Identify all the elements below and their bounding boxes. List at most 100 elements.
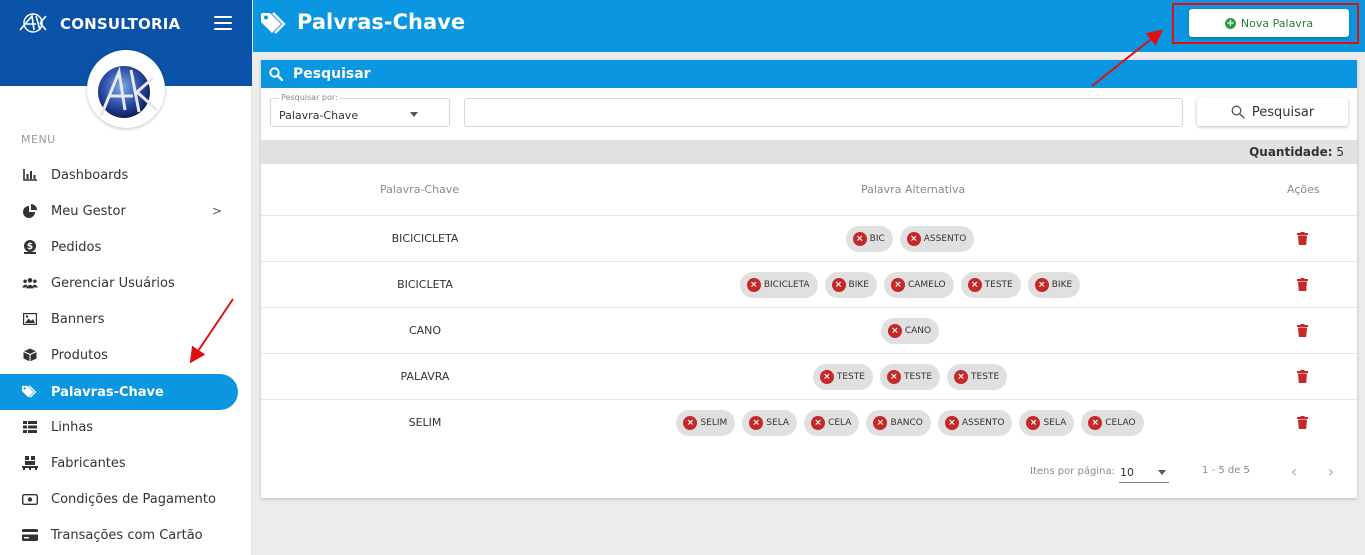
credit-card-icon	[22, 527, 38, 543]
alternative-chip-label: SELIM	[700, 418, 728, 428]
column-header-actions: Ações	[1287, 183, 1320, 196]
remove-chip-icon[interactable]: ×	[967, 278, 982, 292]
sidebar-item-label: Produtos	[51, 347, 108, 363]
remove-chip-icon[interactable]: ×	[1034, 278, 1049, 292]
alternative-chip: × ASSENTO	[937, 410, 1013, 436]
alternative-chip: × TESTE	[812, 364, 873, 390]
search-card-header: Pesquisar	[261, 60, 1357, 88]
page-title: Palvras-Chave	[297, 10, 466, 34]
tags-icon	[22, 384, 38, 400]
table-row: BICICLETA × BICICLETA × BIKE × CAMELO × TESTE × BI…	[261, 261, 1357, 307]
column-header-keyword: Palavra-Chave	[380, 183, 460, 196]
alternative-chip: × CANO	[880, 318, 940, 344]
delete-icon[interactable]	[1297, 370, 1308, 383]
sidebar-item-label: Transações com Cartão	[51, 527, 203, 543]
brand-name: CONSULTORIA	[60, 15, 181, 33]
search-by-value: Palavra-Chave	[279, 109, 359, 122]
keyword-cell: PALAVRA	[400, 370, 450, 383]
sidebar-item-palavras-chave[interactable]: Palavras-Chave	[0, 374, 238, 410]
chevron-right-icon[interactable]: ›	[1323, 463, 1339, 481]
bar-chart-icon	[22, 167, 38, 183]
pie-chart-icon	[22, 203, 38, 219]
alternative-chip-label: BIKE	[848, 280, 869, 290]
remove-chip-icon[interactable]: ×	[873, 416, 888, 430]
alternative-chip-label: TESTE	[984, 280, 1013, 290]
image-icon	[22, 311, 38, 327]
remove-chip-icon[interactable]: ×	[886, 370, 901, 384]
alternative-chip: × CAMELO	[883, 272, 954, 298]
alternative-chip: × CELAO	[1081, 410, 1144, 436]
alternative-chip: × TESTE	[879, 364, 941, 390]
remove-chip-icon[interactable]: ×	[890, 278, 905, 292]
sidebar-item-label: Condições de Pagamento	[51, 491, 216, 507]
sidebar-item-linhas[interactable]: Linhas	[0, 409, 238, 445]
sidebar-item-pedidos[interactable]: $ Pedidos	[0, 229, 238, 265]
sidebar: CONSULTORIA MENU Dashboards Meu Gestor >…	[0, 0, 252, 555]
list-icon	[22, 419, 38, 435]
remove-chip-icon[interactable]: ×	[887, 324, 902, 338]
delete-icon[interactable]	[1297, 232, 1308, 245]
remove-chip-icon[interactable]: ×	[954, 370, 969, 384]
remove-chip-icon[interactable]: ×	[819, 370, 834, 384]
sidebar-item-produtos[interactable]: Produtos	[0, 337, 238, 373]
search-input[interactable]	[464, 98, 1183, 127]
pallet-icon	[22, 455, 38, 471]
alternative-chip-label: TESTE	[903, 372, 933, 382]
alternative-chip: × SELIM	[676, 410, 736, 436]
alternative-chip-label: ASSENTO	[923, 234, 967, 244]
sidebar-item-dashboards[interactable]: Dashboards	[0, 157, 238, 193]
avatar	[87, 50, 165, 128]
pagination-range: 1 - 5 de 5	[1202, 465, 1250, 476]
delete-icon[interactable]	[1297, 278, 1308, 291]
search-button[interactable]: Pesquisar	[1197, 98, 1348, 126]
alternative-chip-label: CELA	[828, 418, 852, 428]
delete-icon[interactable]	[1297, 324, 1308, 337]
remove-chip-icon[interactable]: ×	[831, 278, 846, 292]
sidebar-item-meu-gestor[interactable]: Meu Gestor >	[0, 193, 238, 229]
alternatives-cell: × TESTE × TESTE × TESTE	[591, 364, 1229, 390]
new-keyword-button[interactable]: + Nova Palavra	[1189, 9, 1349, 37]
remove-chip-icon[interactable]: ×	[683, 416, 698, 430]
keyword-cell: BICICICLETA	[391, 232, 459, 245]
remove-chip-icon[interactable]: ×	[944, 416, 959, 430]
sidebar-item-banners[interactable]: Banners	[0, 301, 238, 337]
alternative-chip-label: BICICLETA	[763, 280, 810, 290]
table-row: PALAVRA × TESTE × TESTE × TESTE	[261, 353, 1357, 399]
plus-circle-icon: +	[1224, 17, 1236, 29]
alternative-chip: × BICICLETA	[739, 272, 818, 298]
sidebar-item-label: Fabricantes	[51, 455, 126, 471]
alternative-chip: × SELA	[1019, 410, 1075, 436]
quantity-text: Quantidade: 5	[1249, 145, 1344, 159]
remove-chip-icon[interactable]: ×	[1088, 416, 1103, 430]
items-per-page-select[interactable]: 10	[1119, 461, 1169, 483]
alternative-chip-label: CANO	[904, 326, 932, 336]
search-button-label: Pesquisar	[1251, 104, 1315, 120]
sidebar-item-label: Dashboards	[51, 167, 129, 183]
dropdown-caret-icon	[410, 112, 418, 117]
sidebar-item-transacoes-cartao[interactable]: Transações com Cartão	[0, 517, 238, 553]
sidebar-item-gerenciar-usuarios[interactable]: Gerenciar Usuários	[0, 265, 238, 301]
remove-chip-icon[interactable]: ×	[811, 416, 826, 430]
hamburger-menu-icon[interactable]	[214, 16, 232, 32]
chevron-left-icon[interactable]: ‹	[1286, 463, 1302, 481]
alternative-chip-label: SELA	[766, 418, 790, 428]
keyword-cell: SELIM	[408, 416, 442, 429]
sidebar-item-label: Banners	[51, 311, 105, 327]
alternative-chip-label: TESTE	[971, 372, 1000, 382]
remove-chip-icon[interactable]: ×	[749, 416, 764, 430]
search-by-select[interactable]: Pesquisar por: Palavra-Chave	[270, 93, 450, 127]
sidebar-item-label: Palavras-Chave	[51, 384, 164, 400]
alternative-chip: × ASSENTO	[899, 226, 975, 252]
remove-chip-icon[interactable]: ×	[1026, 416, 1041, 430]
alternatives-cell: × BIC × ASSENTO	[591, 226, 1229, 252]
column-header-alternatives: Palavra Alternativa	[861, 183, 966, 196]
alternative-chip: × BIKE	[1027, 272, 1081, 298]
sidebar-item-condicoes-pagamento[interactable]: Condições de Pagamento	[0, 481, 238, 517]
table-row: CANO × CANO	[261, 307, 1357, 353]
remove-chip-icon[interactable]: ×	[906, 232, 921, 246]
remove-chip-icon[interactable]: ×	[746, 278, 761, 292]
sidebar-item-fabricantes[interactable]: Fabricantes	[0, 445, 238, 481]
delete-icon[interactable]	[1297, 416, 1308, 429]
sidebar-item-label: Meu Gestor	[51, 203, 126, 219]
remove-chip-icon[interactable]: ×	[852, 232, 867, 246]
